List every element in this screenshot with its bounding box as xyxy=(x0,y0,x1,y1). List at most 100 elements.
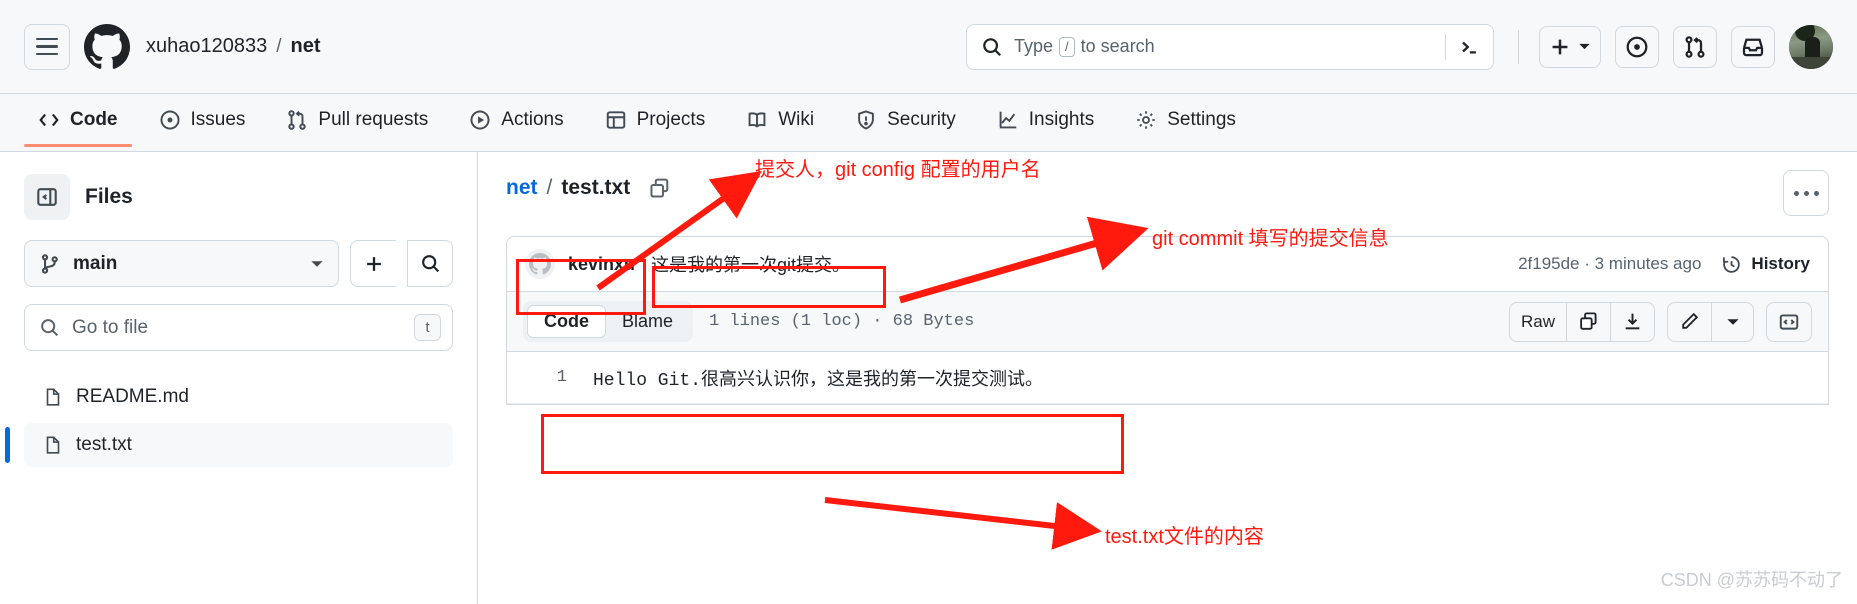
copy-raw-content-button[interactable] xyxy=(1567,301,1611,342)
hamburger-menu-icon[interactable] xyxy=(24,23,70,70)
git-pull-request-icon xyxy=(1685,35,1705,58)
tab-settings-label: Settings xyxy=(1167,109,1236,130)
commit-sha-time[interactable]: 2f195de · 3 minutes ago xyxy=(1518,254,1701,274)
raw-label: Raw xyxy=(1520,311,1555,331)
branch-row: main xyxy=(24,240,453,287)
tab-security[interactable]: Security xyxy=(841,94,970,146)
inbox-icon xyxy=(1742,38,1764,56)
search-files-button[interactable] xyxy=(407,240,453,287)
tab-insights-label: Insights xyxy=(1028,109,1095,130)
create-new-button[interactable] xyxy=(1539,25,1601,68)
plus-icon xyxy=(366,256,381,271)
search-icon xyxy=(41,319,59,337)
breadcrumb-directory[interactable]: net xyxy=(506,176,538,200)
breadcrumb-filename: test.txt xyxy=(561,176,631,199)
code-icon xyxy=(39,113,59,127)
download-raw-file-button[interactable] xyxy=(1611,301,1655,342)
search-input[interactable]: Type / to search xyxy=(966,23,1494,70)
raw-button[interactable]: Raw xyxy=(1508,301,1567,342)
tab-wiki-label: Wiki xyxy=(778,109,815,130)
breadcrumb-owner[interactable]: xuhao120833 xyxy=(146,35,267,58)
issues-button[interactable] xyxy=(1615,25,1659,68)
history-button[interactable]: History xyxy=(1721,254,1810,275)
chevron-down-icon xyxy=(311,260,323,267)
search-slash-key: / xyxy=(1059,36,1075,57)
page-title: Files xyxy=(85,185,133,208)
book-icon xyxy=(748,112,766,128)
tab-code-view[interactable]: Code xyxy=(527,305,606,338)
kebab-dot xyxy=(1793,190,1799,196)
breadcrumb-separator: / xyxy=(276,35,282,57)
line-content[interactable]: Hello Git.很高兴认识你，这是我的第一次提交测试。 xyxy=(593,365,1043,391)
tab-pull-requests[interactable]: Pull requests xyxy=(272,94,442,146)
breadcrumb: net / test.txt xyxy=(506,176,671,200)
file-view: net / test.txt kevinxu 这是我的第一次git提交。 2f1… xyxy=(478,152,1857,604)
copy-path-icon[interactable] xyxy=(648,177,671,200)
pencil-icon xyxy=(1682,312,1699,329)
file-toolbar: Code Blame 1 lines (1 loc) · 68 Bytes Ra… xyxy=(507,292,1828,352)
hamburger-line xyxy=(36,52,58,56)
history-label: History xyxy=(1751,254,1810,273)
symbols-button[interactable] xyxy=(1766,301,1812,342)
branch-name: main xyxy=(73,252,118,274)
pull-requests-button[interactable] xyxy=(1673,25,1717,68)
tab-settings[interactable]: Settings xyxy=(1121,94,1250,146)
go-to-file-shortcut: t xyxy=(414,314,441,341)
add-file-button[interactable] xyxy=(350,240,396,287)
symbols-panel-group xyxy=(1766,301,1812,342)
avatar-ground xyxy=(1789,56,1833,69)
tab-wiki[interactable]: Wiki xyxy=(732,94,828,146)
tab-code[interactable]: Code xyxy=(24,94,132,147)
chevron-down-icon xyxy=(1579,43,1590,50)
tab-issues-label: Issues xyxy=(190,109,246,130)
sidebar-collapse-icon[interactable] xyxy=(24,174,70,220)
tab-code-label: Code xyxy=(70,109,118,130)
terminal-prompt-icon[interactable] xyxy=(1457,35,1481,59)
tab-actions[interactable]: Actions xyxy=(455,94,577,146)
edit-file-button[interactable] xyxy=(1667,301,1712,342)
commit-author-name[interactable]: kevinxu xyxy=(568,254,635,275)
play-icon xyxy=(470,110,490,130)
download-icon xyxy=(1625,313,1640,330)
code-line[interactable]: 1 Hello Git.很高兴认识你，这是我的第一次提交测试。 xyxy=(507,352,1828,404)
edit-file-group xyxy=(1667,301,1754,342)
avatar[interactable] xyxy=(1789,24,1833,69)
kebab-dot xyxy=(1813,190,1819,196)
plus-icon xyxy=(1552,39,1568,54)
kebab-horizontal-icon[interactable] xyxy=(1783,170,1829,216)
commit-author-avatar[interactable] xyxy=(525,249,555,279)
copy-icon xyxy=(1580,312,1597,330)
tab-issues[interactable]: Issues xyxy=(145,94,260,146)
github-mark-icon[interactable] xyxy=(84,23,130,70)
git-pull-request-icon xyxy=(288,110,307,130)
breadcrumb-repo[interactable]: net xyxy=(291,35,321,58)
breadcrumb-separator: / xyxy=(546,176,553,199)
tab-projects-label: Projects xyxy=(636,109,706,130)
file-tree-sidebar: Files main Go to file t README.md test.t… xyxy=(0,152,478,604)
list-item[interactable]: README.md xyxy=(24,375,453,419)
search-input[interactable]: Go to file t xyxy=(24,304,453,351)
code-blame-switch: Code Blame xyxy=(523,301,694,342)
list-item[interactable]: test.txt xyxy=(5,423,453,467)
file-icon xyxy=(46,388,60,406)
notifications-button[interactable] xyxy=(1731,25,1775,68)
tab-insights[interactable]: Insights xyxy=(983,94,1108,146)
hamburger-line xyxy=(36,45,58,48)
issue-opened-icon xyxy=(1626,36,1648,57)
branch-selector[interactable]: main xyxy=(24,240,339,287)
search-icon xyxy=(421,255,439,273)
kebab-dot xyxy=(1803,190,1809,196)
code-brackets-icon xyxy=(1779,313,1799,330)
search-divider xyxy=(1445,33,1446,60)
tab-projects[interactable]: Projects xyxy=(591,94,720,146)
raw-copy-download-group: Raw xyxy=(1508,301,1655,342)
git-branch-icon xyxy=(41,253,58,274)
commit-message[interactable]: 这是我的第一次git提交。 xyxy=(651,251,850,277)
line-number: 1 xyxy=(556,368,567,387)
tab-security-label: Security xyxy=(887,109,956,130)
repo-breadcrumb: xuhao120833 / net xyxy=(146,35,321,58)
table-icon xyxy=(606,111,625,129)
edit-options-button[interactable] xyxy=(1712,301,1754,342)
tab-actions-label: Actions xyxy=(501,109,564,130)
tab-blame-view[interactable]: Blame xyxy=(606,306,689,337)
